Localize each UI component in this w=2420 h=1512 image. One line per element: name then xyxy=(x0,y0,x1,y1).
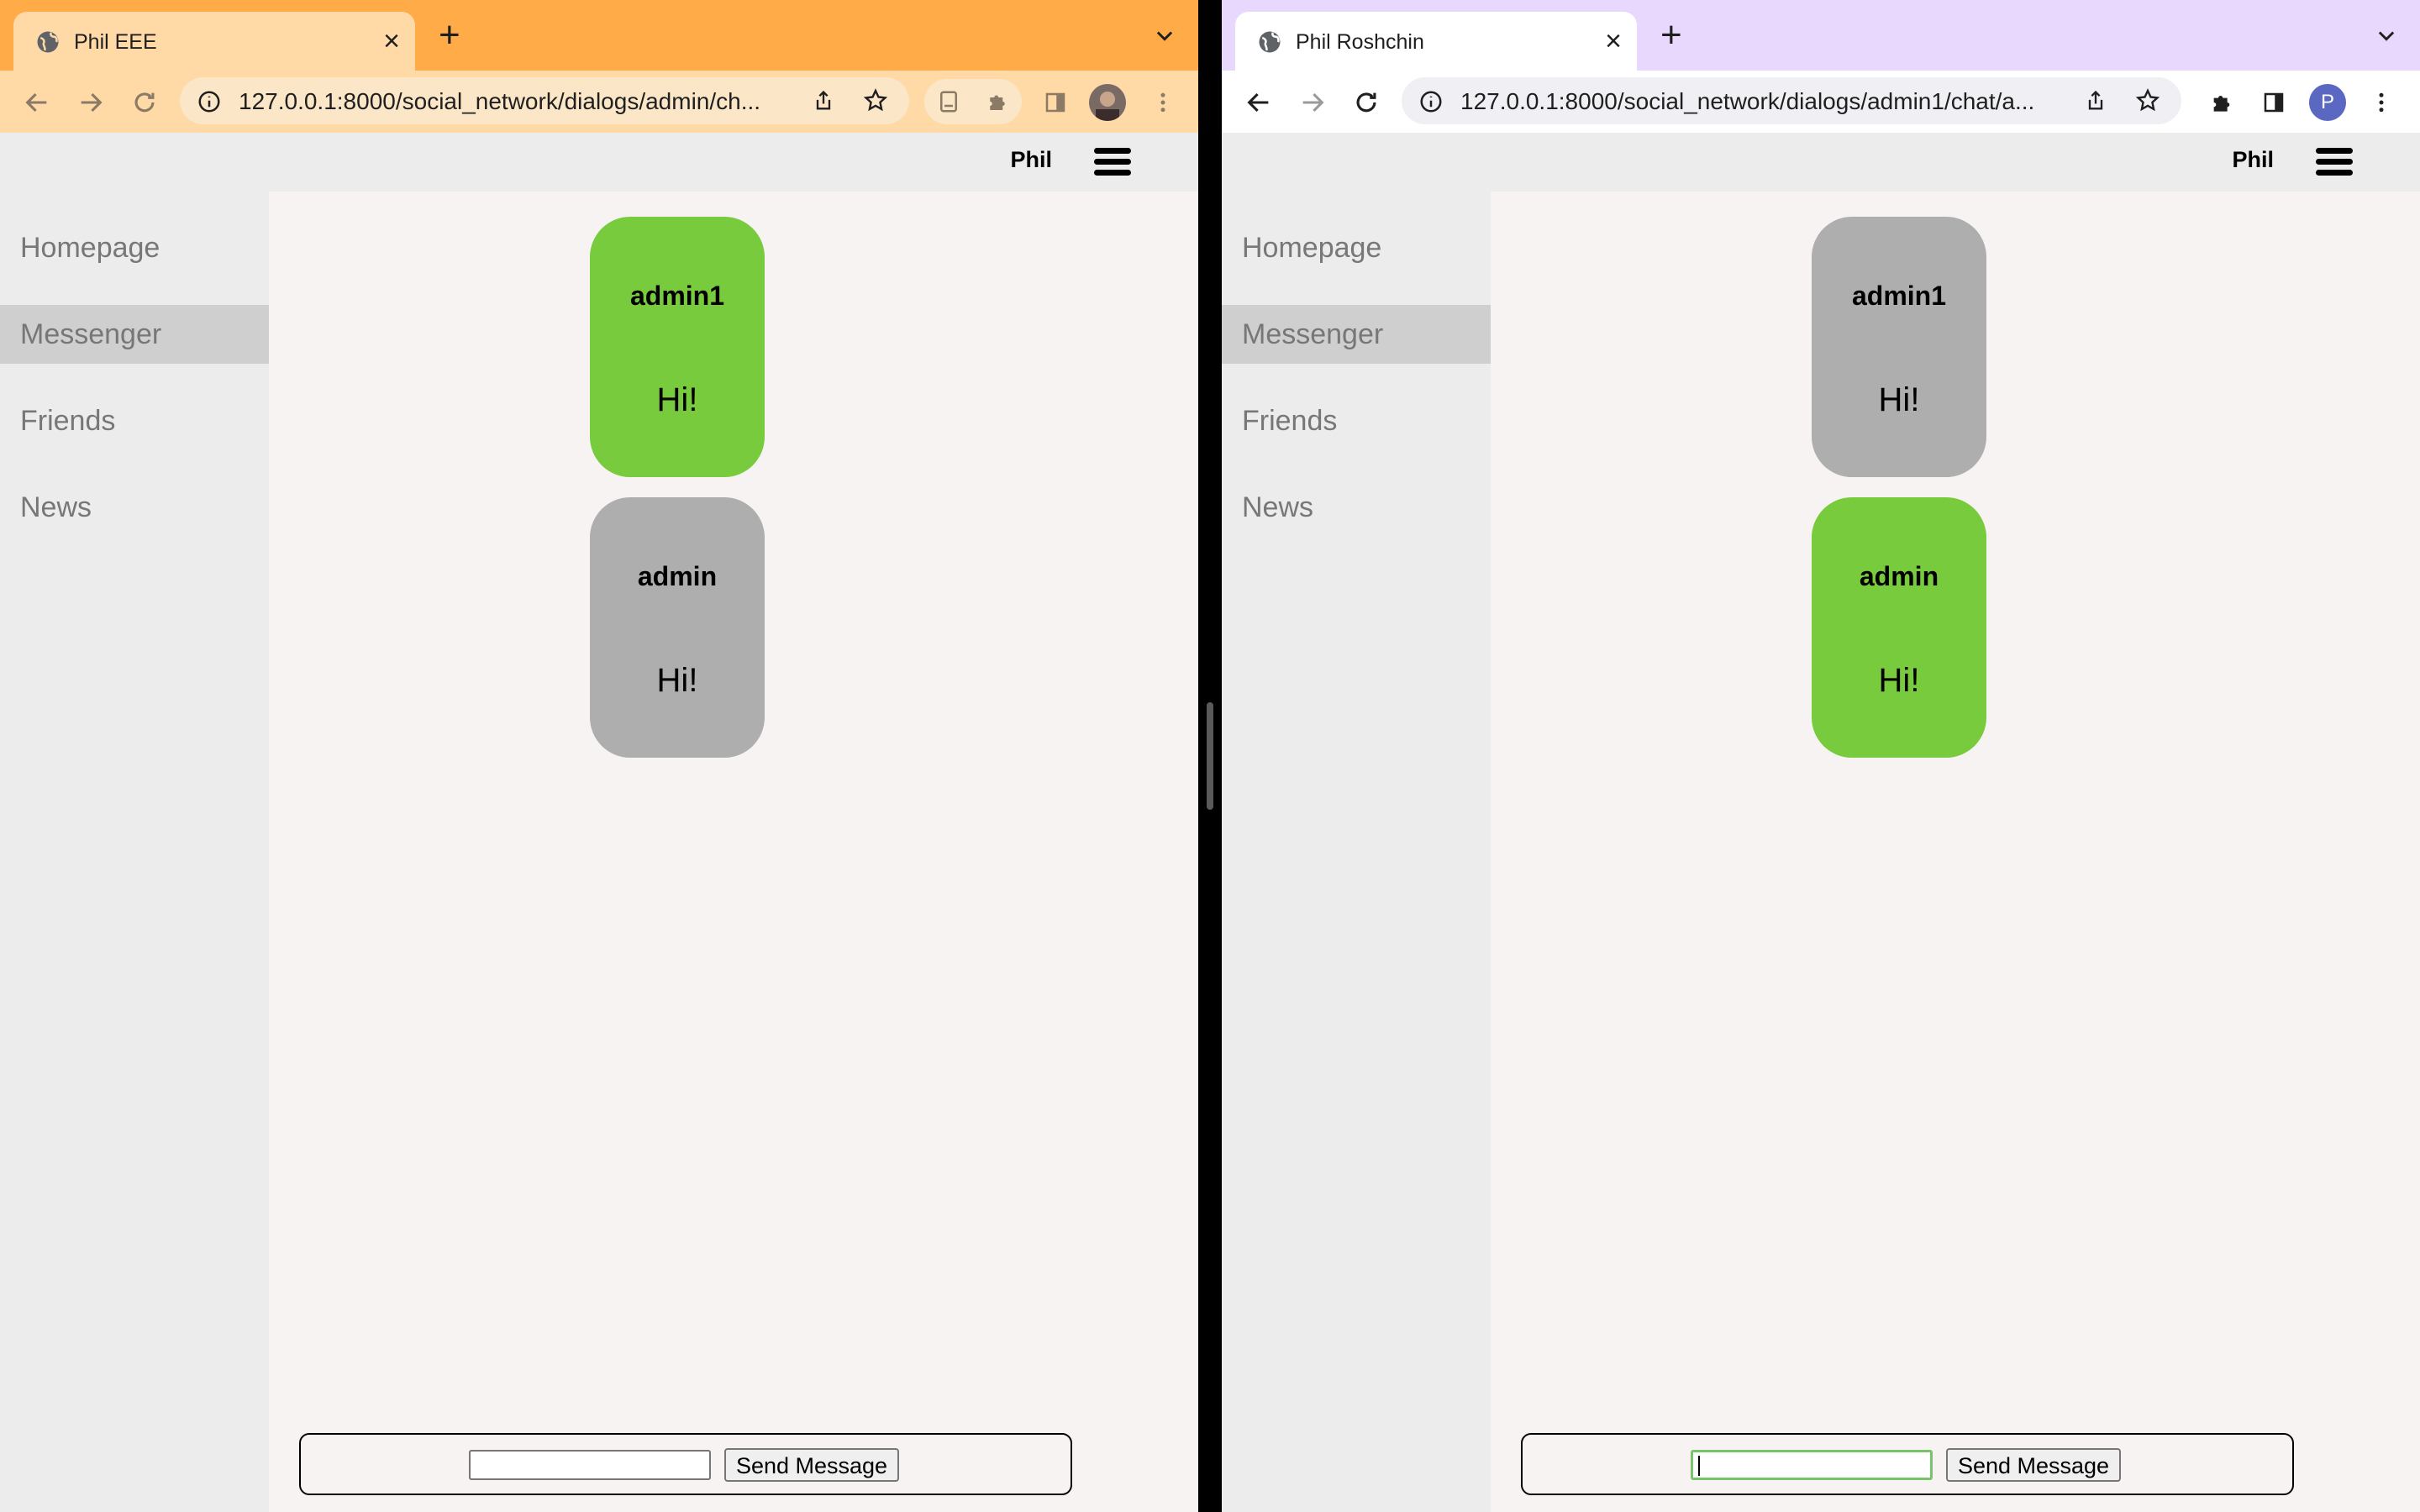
hamburger-menu-icon[interactable] xyxy=(2316,148,2353,176)
more-menu-icon[interactable] xyxy=(2365,86,2398,119)
url-text: 127.0.0.1:8000/social_network/dialogs/ad… xyxy=(239,88,761,114)
message-composer: Send Message xyxy=(1521,1433,2294,1495)
extensions-puzzle-icon[interactable] xyxy=(985,89,1010,114)
sidebar-item-messenger[interactable]: Messenger xyxy=(1222,305,1491,364)
forward-icon[interactable] xyxy=(74,86,108,119)
share-icon[interactable] xyxy=(812,89,835,113)
new-tab-icon[interactable]: + xyxy=(439,17,460,54)
browser-tab[interactable]: Phil EEE × xyxy=(13,12,415,71)
site-header: Phil xyxy=(0,133,1198,192)
globe-icon xyxy=(37,31,59,53)
tab-title: Phil Roshchin xyxy=(1296,30,1424,54)
bookmark-star-icon[interactable] xyxy=(862,87,889,114)
forward-icon[interactable] xyxy=(1296,86,1329,119)
info-icon[interactable] xyxy=(197,89,222,114)
reload-icon[interactable] xyxy=(128,86,161,119)
message-author: admin xyxy=(637,561,718,591)
profile-avatar[interactable] xyxy=(1089,84,1126,121)
sidebar-item-news[interactable]: News xyxy=(1222,478,1491,537)
sidebar-item-homepage[interactable]: Homepage xyxy=(0,218,269,277)
new-tab-icon[interactable]: + xyxy=(1660,17,1682,54)
profile-avatar[interactable]: P xyxy=(2309,84,2346,121)
reload-icon[interactable] xyxy=(1349,86,1383,119)
site-header: Phil xyxy=(1222,133,2420,192)
left-browser-window: Phil EEE × + 127.0.0.1:8000/social_netwo… xyxy=(0,0,1198,1512)
message-bubble: admin1 Hi! xyxy=(1812,217,1986,477)
url-text: 127.0.0.1:8000/social_network/dialogs/ad… xyxy=(1460,88,2035,114)
tab-strip: Phil EEE × + xyxy=(0,0,1198,71)
message-text: Hi! xyxy=(656,662,698,699)
message-bubble: admin1 Hi! xyxy=(590,217,765,477)
chevron-down-icon[interactable] xyxy=(1153,24,1176,47)
message-composer: Send Message xyxy=(299,1433,1072,1495)
message-input[interactable] xyxy=(1691,1450,1933,1480)
send-message-button[interactable]: Send Message xyxy=(724,1448,899,1482)
extensions-group xyxy=(924,79,1022,124)
split-resize-handle[interactable] xyxy=(1207,702,1213,810)
sidebar-item-messenger[interactable]: Messenger xyxy=(0,305,269,364)
chevron-down-icon[interactable] xyxy=(2375,24,2398,47)
address-bar[interactable]: 127.0.0.1:8000/social_network/dialogs/ad… xyxy=(180,77,909,124)
close-tab-icon[interactable]: × xyxy=(383,25,400,57)
header-username: Phil xyxy=(2232,147,2274,172)
message-bubble: admin Hi! xyxy=(590,497,765,758)
share-icon[interactable] xyxy=(2084,89,2107,113)
message-text: Hi! xyxy=(1878,381,1920,418)
message-bubble: admin Hi! xyxy=(1812,497,1986,758)
tab-title: Phil EEE xyxy=(74,30,157,54)
bookmark-star-icon[interactable] xyxy=(2134,87,2161,114)
more-menu-icon[interactable] xyxy=(1146,86,1180,119)
sidebar-item-friends[interactable]: Friends xyxy=(0,391,269,450)
tab-strip: Phil Roshchin × + xyxy=(1222,0,2420,71)
message-author: admin xyxy=(1859,561,1939,591)
browser-toolbar: 127.0.0.1:8000/social_network/dialogs/ad… xyxy=(0,71,1198,133)
sidebar-item-news[interactable]: News xyxy=(0,478,269,537)
side-panel-icon[interactable] xyxy=(1039,86,1072,119)
browser-tab[interactable]: Phil Roshchin × xyxy=(1235,12,1637,71)
header-username: Phil xyxy=(1010,147,1052,172)
message-input[interactable] xyxy=(469,1450,711,1480)
sidebar: Homepage Messenger Friends News xyxy=(0,192,269,1512)
hamburger-menu-icon[interactable] xyxy=(1094,148,1131,176)
sidebar: Homepage Messenger Friends News xyxy=(1222,192,1491,1512)
right-browser-window: Phil Roshchin × + 127.0.0.1:8000/social_… xyxy=(1222,0,2420,1512)
globe-icon xyxy=(1259,31,1281,53)
extensions-puzzle-icon[interactable] xyxy=(2205,86,2238,119)
send-message-button[interactable]: Send Message xyxy=(1946,1448,2121,1482)
sidebar-item-friends[interactable]: Friends xyxy=(1222,391,1491,450)
chat-area: admin1 Hi! admin Hi! Send Message xyxy=(269,192,1198,1512)
back-icon[interactable] xyxy=(20,86,54,119)
sidebar-item-homepage[interactable]: Homepage xyxy=(1222,218,1491,277)
chat-area: admin1 Hi! admin Hi! Send Message xyxy=(1491,192,2420,1512)
message-author: admin1 xyxy=(629,281,725,311)
message-text: Hi! xyxy=(1878,662,1920,699)
address-bar[interactable]: 127.0.0.1:8000/social_network/dialogs/ad… xyxy=(1402,77,2181,124)
message-text: Hi! xyxy=(656,381,698,418)
web-page: Phil Homepage Messenger Friends News adm… xyxy=(1222,133,2420,1512)
back-icon[interactable] xyxy=(1242,86,1276,119)
side-panel-icon[interactable] xyxy=(2257,86,2291,119)
web-page: Phil Homepage Messenger Friends News adm… xyxy=(0,133,1198,1512)
text-caret xyxy=(1698,1456,1700,1476)
reader-mode-icon[interactable] xyxy=(936,89,961,114)
close-tab-icon[interactable]: × xyxy=(1605,25,1622,57)
info-icon[interactable] xyxy=(1418,89,1444,114)
browser-toolbar: 127.0.0.1:8000/social_network/dialogs/ad… xyxy=(1222,71,2420,133)
message-author: admin1 xyxy=(1851,281,1947,311)
